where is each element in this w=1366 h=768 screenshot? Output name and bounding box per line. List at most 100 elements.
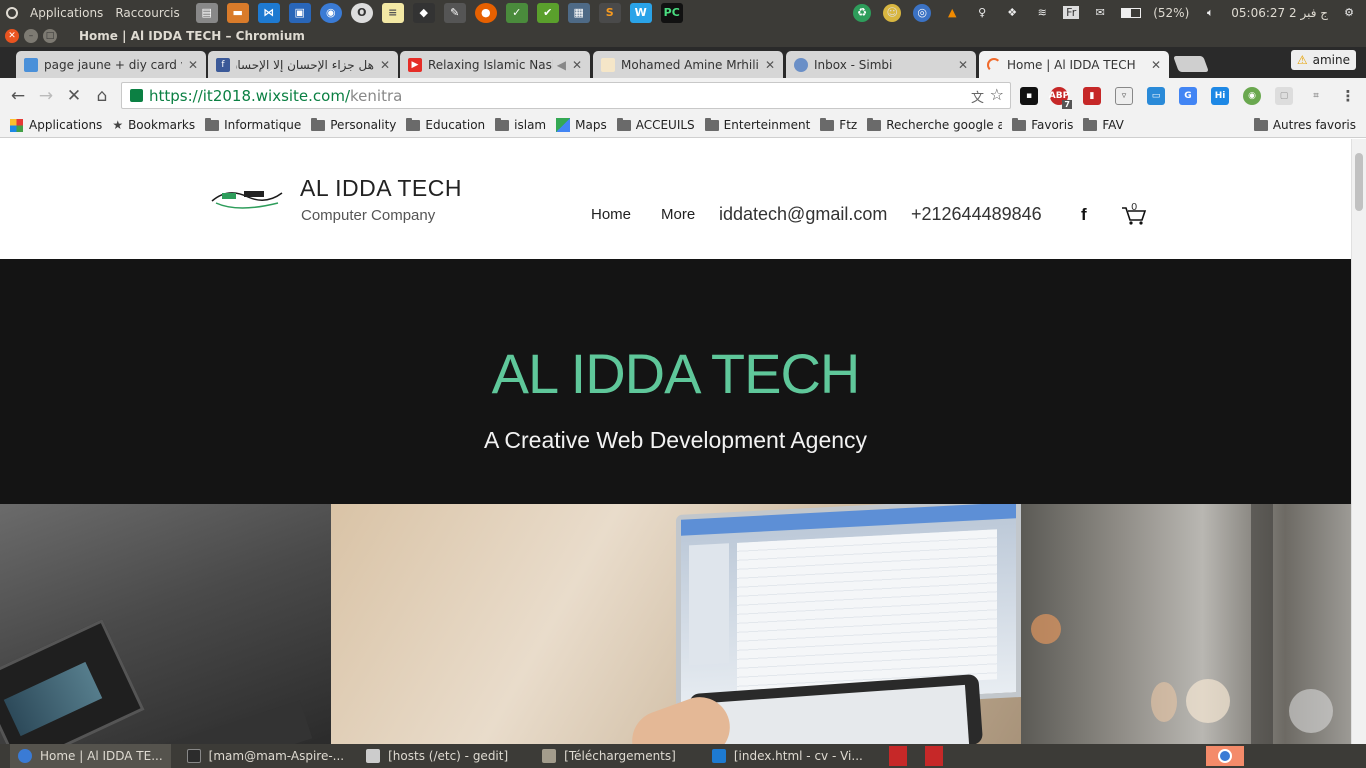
battery-icon[interactable]	[1121, 7, 1142, 18]
bookmark-folder-enterteinment[interactable]: Enterteinment	[704, 117, 810, 132]
clock[interactable]: 05:06:27 2 ج فبر	[1231, 6, 1328, 20]
task-downloads[interactable]: [Téléchargements]	[534, 744, 684, 768]
chat-extension-icon[interactable]: ▢	[1275, 87, 1293, 105]
check-launcher-icon[interactable]: ✓	[505, 2, 528, 23]
tab-facebook[interactable]: f هل جزاء الإحسان إلا الإحسان ✕	[208, 51, 398, 78]
tab-page-jaune[interactable]: page jaune + diy card v + w✕	[16, 51, 206, 78]
scrollbar-thumb[interactable]	[1355, 153, 1363, 211]
bookmark-folder-acceuils[interactable]: ACCEUILS	[616, 117, 695, 132]
wifi-icon[interactable]: ≋	[1033, 4, 1051, 22]
tab-youtube[interactable]: ▶ Relaxing Islamic Nashe◀︎✕	[400, 51, 590, 78]
keyboard-layout[interactable]: Fr	[1063, 6, 1080, 19]
close-tab-icon[interactable]: ✕	[765, 58, 775, 72]
bookmark-star-icon[interactable]: ☆	[990, 85, 1004, 104]
close-tab-icon[interactable]: ✕	[380, 58, 390, 72]
vlc-icon[interactable]: ▲	[943, 4, 961, 22]
chromium-launcher-icon[interactable]: ◉	[319, 2, 342, 23]
gimp-launcher-icon[interactable]: ✎	[443, 2, 466, 23]
crop-extension-icon[interactable]: ⌗	[1307, 87, 1325, 105]
shortcuts-menu[interactable]: Raccourcis	[115, 6, 179, 20]
translate-icon[interactable]: 文	[971, 87, 984, 106]
sublime-launcher-icon[interactable]: S	[598, 2, 621, 23]
nav-more-link[interactable]: More	[661, 206, 695, 223]
close-window-icon[interactable]: ✕	[5, 29, 19, 43]
bookmark-folder-personality[interactable]: Personality	[311, 117, 396, 132]
dropbox-icon[interactable]: ❖	[1003, 4, 1021, 22]
bookmarks-bar: Applications ★ Bookmarks Informatique Per…	[0, 113, 1366, 138]
vscode-launcher-icon[interactable]: ⋈	[257, 2, 280, 23]
nav-home-link[interactable]: Home	[591, 206, 631, 223]
site-brand-name[interactable]: AL IDDA TECH	[300, 175, 462, 202]
back-arrow-icon[interactable]: ←	[4, 86, 32, 106]
mail-icon[interactable]: ✉	[1091, 4, 1109, 22]
bookmark-extension-icon[interactable]: ▮	[1083, 87, 1101, 105]
close-tab-icon[interactable]: ✕	[572, 58, 582, 72]
close-tab-icon[interactable]: ✕	[188, 58, 198, 72]
page-scrollbar[interactable]	[1351, 139, 1366, 744]
close-tab-icon[interactable]: ✕	[958, 58, 968, 72]
sync-icon[interactable]: ♻	[853, 3, 872, 22]
adblock-extension-icon[interactable]: ABP 7	[1049, 87, 1072, 109]
app-red-icon-2[interactable]	[924, 746, 943, 766]
minimize-window-icon[interactable]: –	[24, 29, 38, 43]
site-logo[interactable]	[208, 179, 286, 217]
bookmark-folder-informatique[interactable]: Informatique	[205, 117, 301, 132]
bookmark-folder-other[interactable]: Autres favoris	[1253, 117, 1356, 132]
bookmark-folder-education[interactable]: Education	[406, 117, 485, 132]
task-chromium[interactable]: Home | Al IDDA TE...	[10, 744, 171, 768]
email-link[interactable]: iddatech@gmail.com	[719, 204, 887, 225]
bookmark-bookmarks[interactable]: ★ Bookmarks	[112, 118, 195, 132]
ubuntu-logo-icon[interactable]	[6, 6, 18, 19]
files-launcher-icon[interactable]: ▤	[195, 2, 218, 23]
firefox-launcher-icon[interactable]: ●	[474, 2, 497, 23]
google-translate-extension-icon[interactable]: G	[1179, 87, 1197, 105]
tab-mohamed-amine[interactable]: Mohamed Amine Mrhili ✕	[593, 51, 783, 78]
new-tab-button[interactable]	[1173, 56, 1209, 72]
home-icon[interactable]: ⌂	[88, 86, 116, 106]
bookmark-maps[interactable]: Maps	[556, 118, 607, 132]
phone-link[interactable]: +212644489846	[911, 204, 1042, 225]
tasks-launcher-icon[interactable]: ✔	[536, 2, 559, 23]
chromium-tray-icon[interactable]	[1206, 746, 1244, 766]
update-icon[interactable]: ◎	[913, 3, 932, 22]
app-red-icon[interactable]	[888, 746, 907, 766]
maximize-window-icon[interactable]: □	[43, 29, 57, 43]
forward-arrow-icon[interactable]: →	[32, 86, 60, 106]
bookmark-folder-islam[interactable]: islam	[495, 117, 546, 132]
stop-loading-icon[interactable]: ✕	[60, 86, 88, 106]
profile-button[interactable]: ⚠ amine	[1290, 50, 1356, 70]
bookmark-folder-ftz[interactable]: Ftz	[820, 117, 857, 132]
hi-extension-icon[interactable]: Hi	[1211, 87, 1229, 105]
applications-menu[interactable]: Applications	[30, 6, 103, 20]
virtualbox-launcher-icon[interactable]: ▣	[288, 2, 311, 23]
bookmark-folder-fav[interactable]: FAV	[1083, 117, 1124, 132]
task-vscode[interactable]: [index.html - cv - Vi...	[704, 744, 871, 768]
menu-kebab-icon[interactable]: ⋮	[1339, 87, 1357, 105]
settings-gear-icon[interactable]: ⚙	[1340, 4, 1358, 22]
pocket-extension-icon[interactable]: ▪	[1020, 87, 1038, 105]
inkscape-launcher-icon[interactable]: ◆	[412, 2, 435, 23]
address-bar[interactable]: https://it2018.wixsite.com/kenitra 文 ☆	[121, 82, 1011, 109]
task-gedit[interactable]: [hosts (/etc) - gedit]	[358, 744, 516, 768]
close-tab-icon[interactable]: ✕	[1151, 58, 1161, 72]
pycharm-launcher-icon[interactable]: PC	[660, 2, 683, 23]
pet-icon[interactable]: ☺	[883, 3, 902, 22]
writer-launcher-icon[interactable]: W	[629, 2, 652, 23]
bookmark-folder-favoris[interactable]: Favoris	[1012, 117, 1073, 132]
tab-strip: page jaune + diy card v + w✕ f هل جزاء ا…	[0, 47, 1366, 78]
task-terminal[interactable]: [mam@mam-Aspire-...	[179, 744, 352, 768]
tab-inbox-simbi[interactable]: Inbox - Simbi ✕	[786, 51, 976, 78]
facebook-icon[interactable]: f	[1081, 205, 1087, 225]
folder-launcher-icon[interactable]: ▬	[226, 2, 249, 23]
volume-icon[interactable]: 🔈︎	[1201, 4, 1219, 22]
bookmark-applications[interactable]: Applications	[10, 118, 102, 132]
bulb-icon[interactable]: ♀	[973, 4, 991, 22]
bookmark-folder-recherche[interactable]: Recherche google a tr	[867, 117, 1002, 132]
tab-home-al-idda-tech[interactable]: Home | Al IDDA TECH ✕	[979, 51, 1169, 78]
opera-launcher-icon[interactable]: O	[350, 2, 373, 23]
terminal-launcher-icon[interactable]: ▦	[567, 2, 590, 23]
window-extension-icon[interactable]: ▭	[1147, 87, 1165, 105]
notes-launcher-icon[interactable]: ≡	[381, 2, 404, 23]
shield-extension-icon[interactable]: ▿	[1115, 87, 1133, 105]
green-extension-icon[interactable]: ◉	[1243, 87, 1261, 105]
